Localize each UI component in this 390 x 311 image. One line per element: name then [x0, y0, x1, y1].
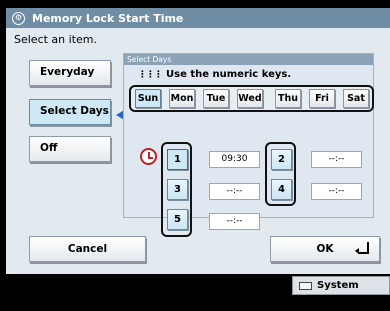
select-days-button[interactable]: Select Days [29, 99, 111, 125]
time-field-4[interactable]: --:-- [311, 183, 362, 200]
title-bar: ⚙ Memory Lock Start Time [6, 8, 390, 28]
day-button-sat[interactable]: Sat [343, 89, 369, 108]
day-button-thu[interactable]: Thu [275, 89, 301, 108]
time-field-1[interactable]: 09:30 [209, 151, 260, 168]
slot-button-3[interactable]: 3 [167, 179, 188, 200]
day-button-sun[interactable]: Sun [135, 89, 161, 108]
day-button-wed[interactable]: Wed [237, 89, 263, 108]
clock-icon [140, 148, 157, 165]
slot-button-1[interactable]: 1 [167, 149, 188, 170]
slot-button-4[interactable]: 4 [271, 179, 292, 200]
main-panel: Select an item. Everyday Select Days Off… [6, 28, 390, 274]
window-title: Memory Lock Start Time [32, 11, 184, 25]
return-icon [355, 242, 369, 254]
ok-label: OK [316, 243, 334, 255]
keypad-icon: ⋮⋮⋮ [138, 69, 163, 80]
numeric-keys-hint: ⋮⋮⋮ Use the numeric keys. [138, 69, 291, 80]
time-field-3[interactable]: --:-- [209, 183, 260, 200]
select-days-group: Select Days ⋮⋮⋮ Use the numeric keys. Su… [123, 53, 374, 237]
day-button-tue[interactable]: Tue [203, 89, 229, 108]
hint-text: Use the numeric keys. [166, 69, 292, 80]
cancel-button[interactable]: Cancel [29, 236, 146, 262]
screen: ⚙ Memory Lock Start Time Select an item.… [0, 0, 390, 308]
instruction-text: Select an item. [14, 33, 97, 46]
select-days-header: Select Days [124, 54, 373, 65]
monitor-icon [299, 282, 312, 290]
day-selector: Sun Mon Tue Wed Thu Fri Sat [129, 85, 374, 112]
time-field-2[interactable]: --:-- [311, 151, 362, 168]
slot-button-5[interactable]: 5 [167, 209, 188, 230]
status-bar: System Monitor [0, 274, 390, 308]
system-monitor-label: System Monitor [317, 280, 361, 308]
time-field-5[interactable]: --:-- [209, 213, 260, 230]
everyday-button[interactable]: Everyday [29, 60, 111, 86]
off-button[interactable]: Off [29, 136, 111, 162]
system-monitor-button[interactable]: System Monitor [292, 276, 390, 308]
lock-clock-icon: ⚙ [12, 11, 25, 25]
ok-button[interactable]: OK [270, 236, 380, 262]
day-button-fri[interactable]: Fri [309, 89, 335, 108]
slot-button-2[interactable]: 2 [271, 149, 292, 170]
day-button-mon[interactable]: Mon [169, 89, 195, 108]
